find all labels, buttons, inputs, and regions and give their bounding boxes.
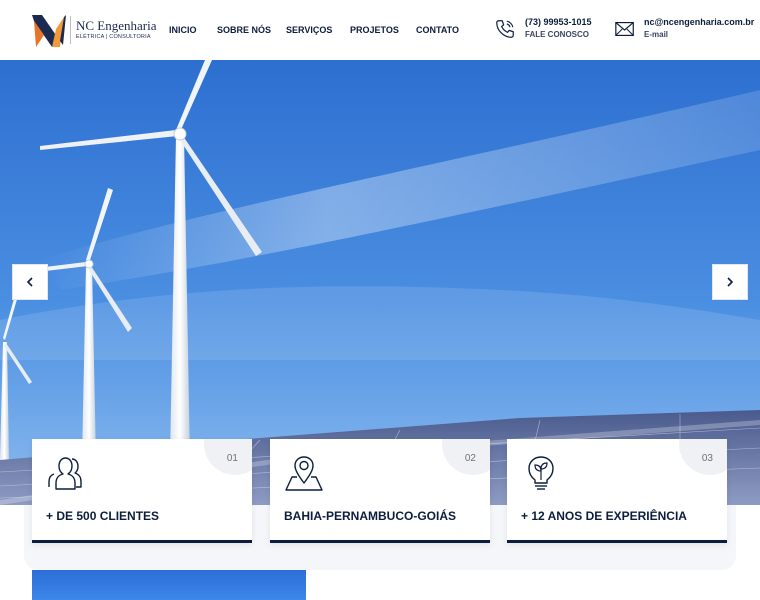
- feature-card-clients: 01 + DE 500 CLIENTES: [32, 439, 252, 543]
- nc-logo-icon: [32, 15, 66, 47]
- mail-icon: [615, 21, 634, 37]
- feature-title: + 12 ANOS DE EXPERIÊNCIA: [521, 509, 687, 523]
- about-image: [32, 570, 306, 600]
- feature-number: 03: [701, 453, 713, 464]
- email-address[interactable]: nc@ncengenharia.com.br: [644, 17, 754, 28]
- map-pin-icon: [285, 456, 323, 491]
- feature-title: + DE 500 CLIENTES: [46, 509, 160, 523]
- feature-number: 01: [226, 453, 238, 464]
- brand-tagline: ELÉTRICA | CONSULTORIA: [76, 34, 151, 40]
- feature-title: BAHIA-PERNAMBUCO-GOIÁS: [284, 509, 456, 523]
- email-contact[interactable]: nc@ncengenharia.com.br E-mail: [614, 16, 754, 42]
- phone-contact[interactable]: (73) 99953-1015 FALE CONOSCO: [494, 16, 604, 42]
- chevron-left-icon: [26, 277, 33, 287]
- feature-card-experience: 03 + 12 ANOS DE EXPERIÊNCIA: [507, 439, 727, 543]
- lightbulb-leaf-icon: [528, 456, 554, 490]
- feature-number: 02: [464, 453, 476, 464]
- feature-card-regions: 02 BAHIA-PERNAMBUCO-GOIÁS: [270, 439, 490, 543]
- email-label: E-mail: [644, 30, 669, 39]
- hero-prev-button[interactable]: [12, 264, 48, 300]
- brand-logo[interactable]: NC Engenharia ELÉTRICA | CONSULTORIA: [30, 11, 157, 49]
- phone-number[interactable]: (73) 99953-1015: [525, 17, 592, 28]
- phone-label: FALE CONOSCO: [525, 30, 590, 39]
- nav-item-contato[interactable]: CONTATO: [416, 24, 459, 36]
- phone-icon: [496, 20, 514, 38]
- nav-item-projetos[interactable]: PROJETOS: [350, 24, 399, 36]
- nav-item-sobre-nos[interactable]: SOBRE NÓS: [217, 24, 271, 36]
- chevron-right-icon: [727, 277, 734, 287]
- nav-item-inicio[interactable]: INICIO: [169, 24, 197, 36]
- hero-next-button[interactable]: [712, 264, 748, 300]
- users-icon: [48, 457, 82, 490]
- brand-name: NC Engenharia: [76, 18, 157, 33]
- site-header: NC Engenharia ELÉTRICA | CONSULTORIA INI…: [0, 0, 760, 60]
- nav-item-servicos[interactable]: SERVIÇOS: [286, 24, 332, 36]
